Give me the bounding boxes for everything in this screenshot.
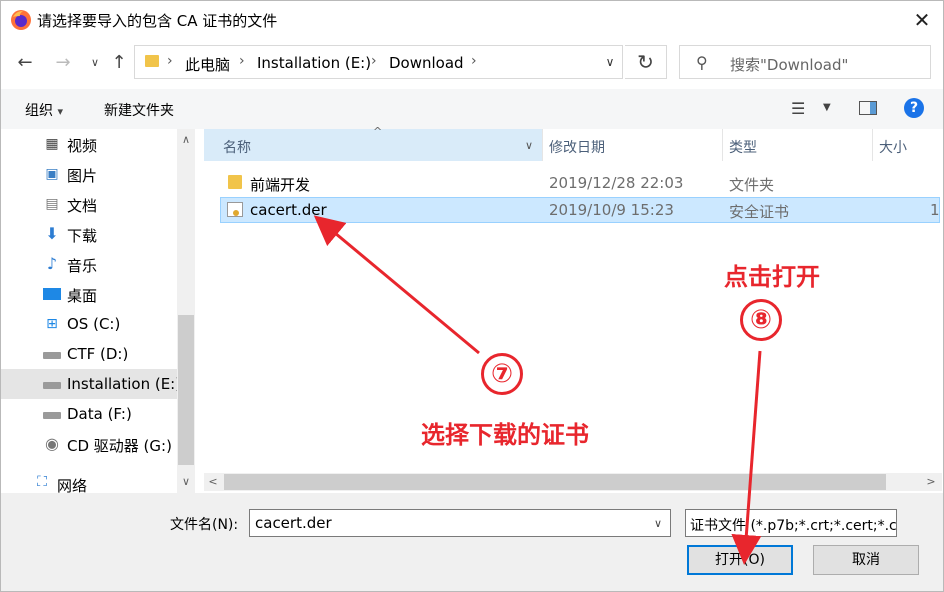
arrow-to-open-button [731,350,762,565]
annotation-arrows [313,215,762,565]
step7-text: 选择下载的证书 [421,421,589,449]
file-open-dialog: 请选择要导入的包含 CA 证书的文件 ✕ ← → ∨ ↑ › 此电脑 › Ins… [0,0,944,592]
arrow-to-cacert [313,215,480,355]
step7-number-badge: ⑦ [481,353,523,395]
step8-text: 点击打开 [724,263,820,291]
step8-number-badge: ⑧ [740,299,782,341]
